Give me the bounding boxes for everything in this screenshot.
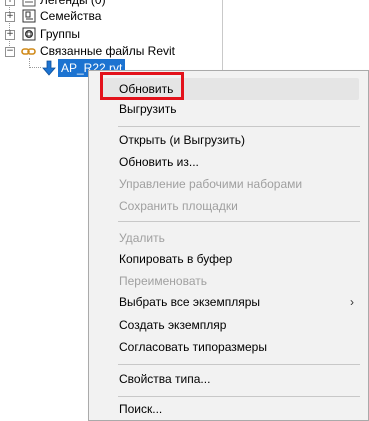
menu-item-unload[interactable]: Выгрузить — [119, 99, 177, 119]
expand-icon[interactable]: + — [5, 30, 15, 40]
menu-separator — [118, 126, 360, 127]
tree-item-label: Семейства — [40, 9, 102, 23]
expand-icon[interactable]: + — [5, 12, 15, 22]
tree-item-families[interactable]: + Семейства — [0, 7, 220, 25]
chevron-right-icon: › — [350, 295, 354, 309]
tree-item-groups[interactable]: + Группы — [0, 25, 220, 43]
link-icon — [21, 45, 37, 57]
tree-item-label: Группы — [40, 27, 80, 41]
context-menu: Обновить Выгрузить Открыть (и Выгрузить)… — [88, 70, 369, 421]
tree-item-label: Связанные файлы Revit — [40, 44, 176, 58]
menu-separator — [118, 396, 360, 397]
menu-item-copy-to-clipboard[interactable]: Копировать в буфер — [119, 249, 232, 269]
menu-item-select-all-instances[interactable]: Выбрать все экземпляры — [119, 292, 359, 312]
menu-item-create-instance[interactable]: Создать экземпляр — [119, 315, 226, 335]
menu-item-type-properties[interactable]: Свойства типа... — [119, 369, 210, 389]
legend-icon — [22, 0, 36, 7]
expand-icon[interactable]: + — [5, 0, 15, 6]
collapse-icon[interactable]: − — [5, 47, 15, 57]
menu-item-match-types[interactable]: Согласовать типоразмеры — [119, 337, 267, 357]
menu-item-search[interactable]: Поиск... — [119, 399, 162, 419]
menu-item-delete: Удалить — [119, 231, 165, 245]
families-icon — [22, 9, 36, 23]
tree-item-linked-revit-files[interactable]: − Связанные файлы Revit — [0, 42, 220, 60]
menu-item-save-positions: Сохранить площадки — [119, 199, 238, 213]
menu-item-rename: Переименовать — [119, 274, 207, 288]
menu-item-manage-worksets: Управление рабочими наборами — [119, 177, 303, 191]
menu-separator — [118, 221, 360, 222]
menu-item-label: Выбрать все экземпляры — [119, 295, 261, 309]
menu-separator — [118, 364, 360, 365]
menu-item-reload-from[interactable]: Обновить из... — [119, 152, 199, 172]
linked-file-arrow-icon — [42, 60, 56, 76]
groups-icon — [22, 27, 36, 41]
annotation-highlight-box — [100, 72, 184, 100]
menu-item-open-and-unload[interactable]: Открыть (и Выгрузить) — [119, 130, 245, 150]
